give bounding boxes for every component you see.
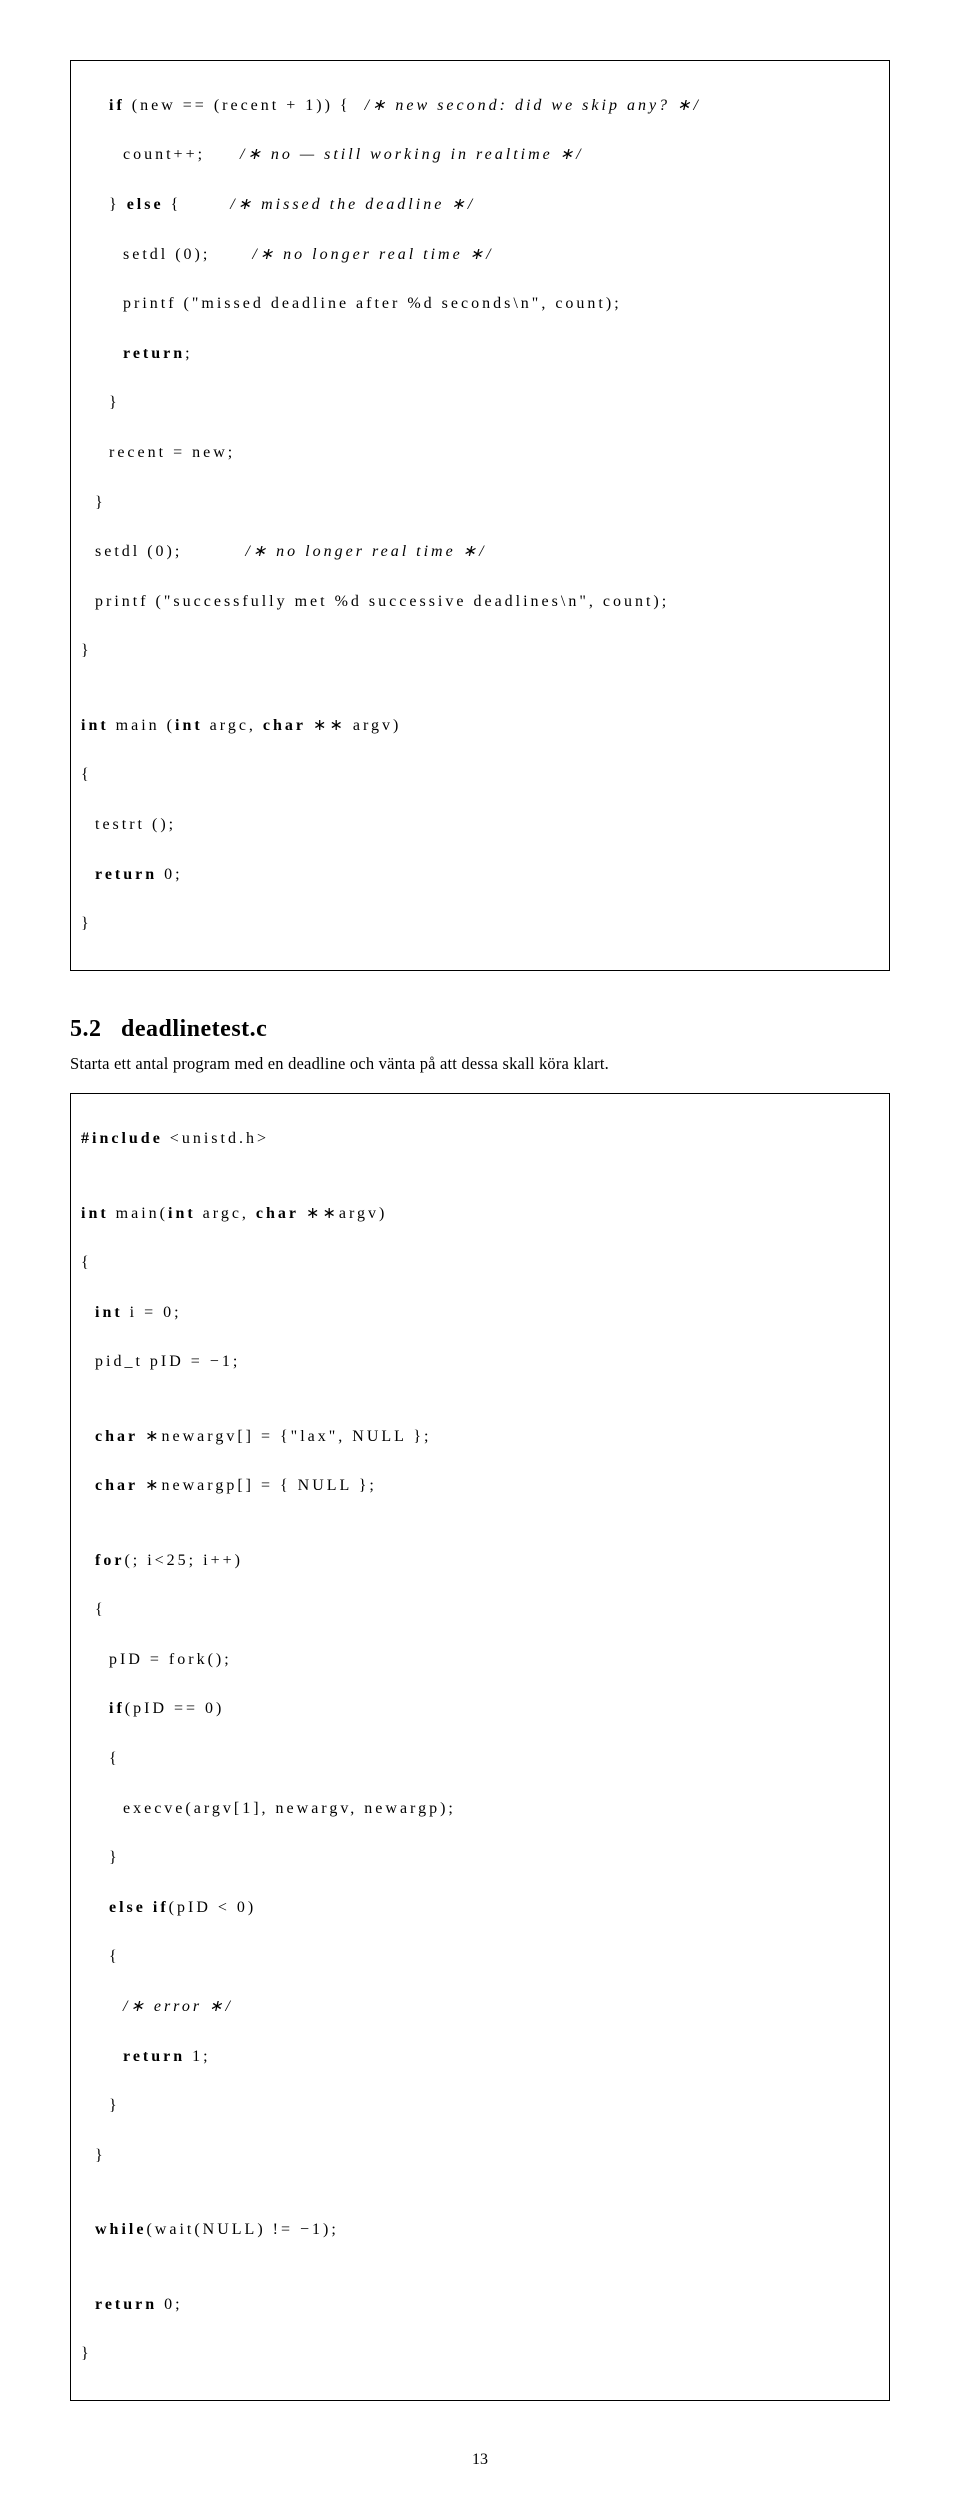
code-line: { [81,763,879,788]
code-line: } [81,639,879,664]
code-line: } [81,491,879,516]
code-line: if (new == (recent + 1)) { /∗ new second… [81,94,879,119]
code-line: setdl (0); /∗ no longer real time ∗/ [81,243,879,268]
code-line: { [81,1598,879,1623]
code-line: execve(argv[1], newargv, newargp); [81,1797,879,1822]
code-line: { [81,1945,879,1970]
section-heading: 5.2 deadlinetest.c [70,1013,890,1045]
code-line: count++; /∗ no — still working in realti… [81,143,879,168]
code-line: testrt (); [81,813,879,838]
code-line: return 0; [81,2293,879,2318]
section-number: 5.2 [70,1016,102,1042]
code-listing-bottom: #include <unistd.h> int main(int argc, c… [70,1093,890,2400]
code-line: int main (int argc, char ∗∗ argv) [81,714,879,739]
code-line: return 1; [81,2045,879,2070]
code-line: /∗ error ∗/ [81,1995,879,2020]
code-listing-top: if (new == (recent + 1)) { /∗ new second… [70,60,890,971]
section-title: deadlinetest.c [121,1016,267,1042]
code-line: } else { /∗ missed the deadline ∗/ [81,193,879,218]
code-line: } [81,2094,879,2119]
code-line: while(wait(NULL) != −1); [81,2218,879,2243]
code-line: recent = new; [81,441,879,466]
code-line: return; [81,342,879,367]
code-line: { [81,1747,879,1772]
code-line: int i = 0; [81,1301,879,1326]
code-line: if(pID == 0) [81,1697,879,1722]
code-line: { [81,1251,879,1276]
code-line: else if(pID < 0) [81,1896,879,1921]
code-line: } [81,1846,879,1871]
code-line: #include <unistd.h> [81,1127,879,1152]
code-line: int main(int argc, char ∗∗argv) [81,1202,879,1227]
code-line: } [81,391,879,416]
section-paragraph: Starta ett antal program med en deadline… [70,1053,890,1075]
code-line: setdl (0); /∗ no longer real time ∗/ [81,540,879,565]
code-line: } [81,2342,879,2367]
page-number: 13 [70,2449,890,2471]
code-line: pid_t pID = −1; [81,1350,879,1375]
code-line: } [81,2144,879,2169]
code-line: pID = fork(); [81,1648,879,1673]
code-line: printf ("missed deadline after %d second… [81,292,879,317]
code-line: printf ("successfully met %d successive … [81,590,879,615]
code-line: return 0; [81,863,879,888]
code-line: } [81,912,879,937]
code-line: char ∗newargv[] = {"lax", NULL }; [81,1425,879,1450]
code-line: char ∗newargp[] = { NULL }; [81,1474,879,1499]
